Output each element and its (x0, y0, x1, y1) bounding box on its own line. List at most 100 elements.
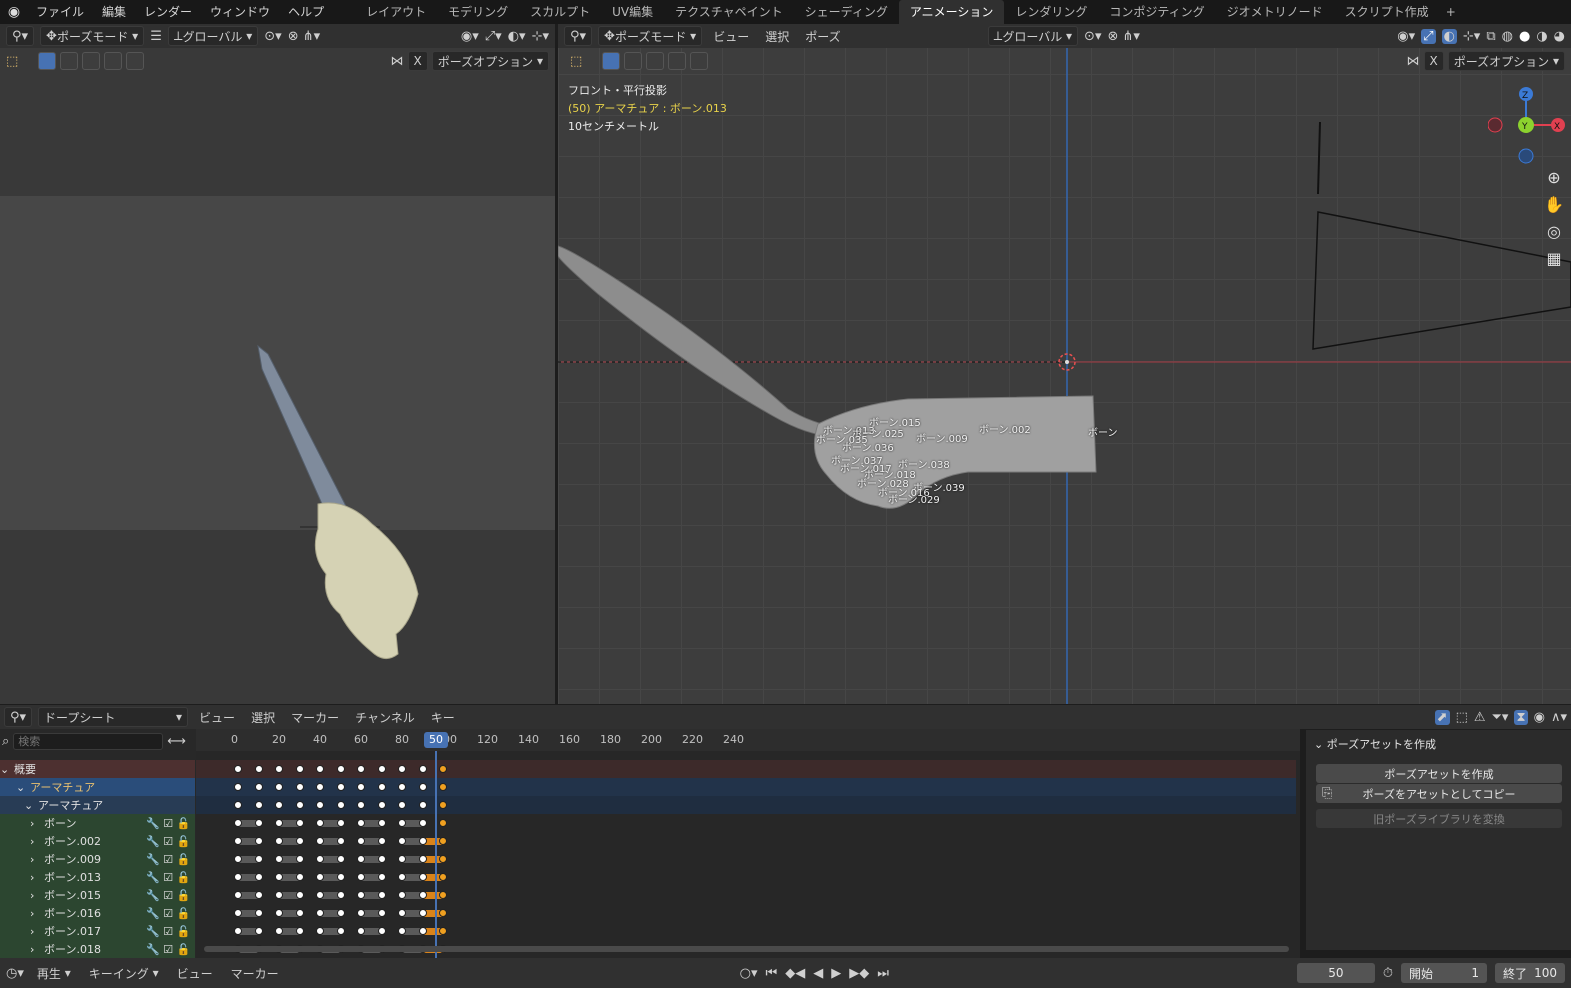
keyframe[interactable] (316, 783, 324, 791)
tab-modeling[interactable]: モデリング (437, 0, 519, 24)
keyframe[interactable] (254, 909, 263, 917)
keyframe[interactable] (357, 801, 365, 809)
keyframe[interactable] (295, 855, 304, 863)
keyframe[interactable] (295, 819, 304, 827)
keyframe[interactable] (439, 837, 447, 845)
playback-menu[interactable]: 再生 ▾ (32, 963, 76, 983)
overlay-icon[interactable]: ◐▾ (508, 29, 526, 44)
menu-render[interactable]: レンダー (135, 0, 201, 24)
checkbox-icon[interactable]: ☑ (163, 817, 176, 830)
keyframe[interactable] (254, 801, 263, 809)
keyframe[interactable] (316, 855, 324, 863)
keyframe[interactable] (336, 765, 345, 773)
keyframe[interactable] (377, 873, 386, 881)
keyframe[interactable] (295, 837, 304, 845)
select-tool-icon[interactable]: ⬚ (6, 54, 18, 69)
prev-keyframe-icon[interactable]: ◆◀ (785, 966, 805, 981)
menu-help[interactable]: ヘルプ (279, 0, 333, 24)
menu-window[interactable]: ウィンドウ (201, 0, 279, 24)
bone-label[interactable]: ボーン.029 (888, 491, 940, 506)
keyframe[interactable] (295, 801, 304, 809)
keyframe[interactable] (275, 765, 283, 773)
tab-layout[interactable]: レイアウト (355, 0, 437, 24)
keyframe[interactable] (357, 837, 365, 845)
keyframe[interactable] (377, 819, 386, 827)
tab-scripting[interactable]: スクリプト作成 (1334, 0, 1440, 24)
keyframe[interactable] (234, 837, 242, 845)
keyframe[interactable] (234, 855, 242, 863)
keyframe[interactable] (275, 927, 283, 935)
start-frame-field[interactable]: 開始 1 (1401, 963, 1487, 983)
keyframe[interactable] (439, 855, 447, 863)
checkbox-icon[interactable]: ☑ (163, 889, 176, 902)
keyframe[interactable] (336, 801, 345, 809)
keyframe[interactable] (336, 783, 345, 791)
checkbox-icon[interactable]: ☑ (163, 943, 176, 956)
channel-data[interactable]: ⌄ アーマチュア (0, 796, 195, 814)
keyframe[interactable] (295, 891, 304, 899)
wrench-icon[interactable]: 🔧 (146, 817, 163, 830)
play-icon[interactable]: ▶ (831, 966, 841, 981)
keyframe[interactable] (439, 909, 447, 917)
keyframe[interactable] (316, 765, 324, 773)
jump-end-icon[interactable]: ⏭ (877, 966, 889, 981)
xray-icon[interactable]: ⊹▾ (1463, 29, 1480, 44)
auto-keying-icon[interactable]: ○▾ (740, 966, 758, 981)
shading-wireframe-icon[interactable]: ◍ (1502, 29, 1513, 44)
keyframe[interactable] (377, 837, 386, 845)
navigation-gizmo[interactable]: Z Y X (1488, 82, 1568, 172)
proportional-icon[interactable]: ◉ (1534, 710, 1545, 725)
ds-menu-channel[interactable]: チャンネル (350, 707, 420, 727)
editor-type-button[interactable]: ⚲▾ (6, 26, 35, 46)
xray-icon[interactable]: ⊹▾ (532, 29, 549, 44)
lock-icon[interactable]: 🔓 (177, 817, 191, 830)
add-workspace-button[interactable]: + (1440, 0, 1462, 24)
right-orientation-select[interactable]: ⟂ グローバル ▾ (987, 26, 1079, 46)
lock-icon[interactable]: 🔓 (177, 835, 191, 848)
keyframe[interactable] (295, 909, 304, 917)
filter-icon[interactable]: ⏷▾ (1492, 710, 1509, 725)
keyframe[interactable] (336, 873, 345, 881)
tab-shading[interactable]: シェーディング (794, 0, 899, 24)
expand-arrow-icon[interactable]: ⌄ (16, 781, 25, 794)
lock-icon[interactable]: 🔓 (177, 889, 191, 902)
keyframe[interactable] (316, 819, 324, 827)
keyframe[interactable] (357, 855, 365, 863)
menu-edit[interactable]: 編集 (93, 0, 135, 24)
keyframe[interactable] (377, 855, 386, 863)
keyframe[interactable] (357, 927, 365, 935)
select-tool-icon[interactable]: ⬚ (570, 54, 582, 69)
left-x-mirror[interactable]: X (407, 51, 428, 71)
lock-icon[interactable]: 🔓 (177, 943, 191, 956)
menu-file[interactable]: ファイル (27, 0, 93, 24)
left-orientation-select[interactable]: ⟂ グローバル ▾ (167, 26, 259, 46)
keyframe[interactable] (398, 801, 406, 809)
snapping-icon[interactable]: ⧗ (1514, 709, 1528, 725)
keyframe[interactable] (377, 927, 386, 935)
keyframe[interactable] (418, 837, 427, 845)
overlay-icon[interactable]: ◐ (1441, 28, 1457, 44)
channel-summary[interactable]: ⌄ 概要 (0, 760, 195, 778)
keyframe[interactable] (295, 783, 304, 791)
right-x-mirror[interactable]: X (1423, 51, 1444, 71)
keyframe[interactable] (275, 909, 283, 917)
current-frame-field[interactable]: 50 (1296, 963, 1375, 983)
keyframe[interactable] (275, 837, 283, 845)
mirror-icon[interactable]: ⋈ (1407, 54, 1420, 69)
bone-label[interactable]: ボーン (1088, 424, 1118, 439)
ds-menu-marker[interactable]: マーカー (286, 707, 344, 727)
lock-icon[interactable]: 🔓 (177, 871, 191, 884)
only-selected-icon[interactable]: ⬈ (1434, 709, 1450, 725)
zoom-icon[interactable]: ⊕ (1547, 168, 1560, 187)
end-frame-field[interactable]: 終了 100 (1495, 963, 1565, 983)
ds-menu-select[interactable]: 選択 (246, 707, 280, 727)
channel-bone[interactable]: › ボーン.002 🔧 ☑ 🔓 (0, 832, 195, 850)
right-viewport[interactable]: フロント・平行投影 (50) アーマチュア : ボーン.013 10センチメート… (558, 24, 1571, 704)
keyframe[interactable] (275, 819, 283, 827)
keyframe[interactable] (418, 891, 427, 899)
checkbox-icon[interactable]: ☑ (163, 835, 176, 848)
checkbox-icon[interactable]: ☑ (163, 853, 176, 866)
select-subtract-icon[interactable] (646, 52, 665, 70)
channel-object[interactable]: ⌄ アーマチュア (0, 778, 195, 796)
select-subtract-icon[interactable] (82, 52, 101, 70)
